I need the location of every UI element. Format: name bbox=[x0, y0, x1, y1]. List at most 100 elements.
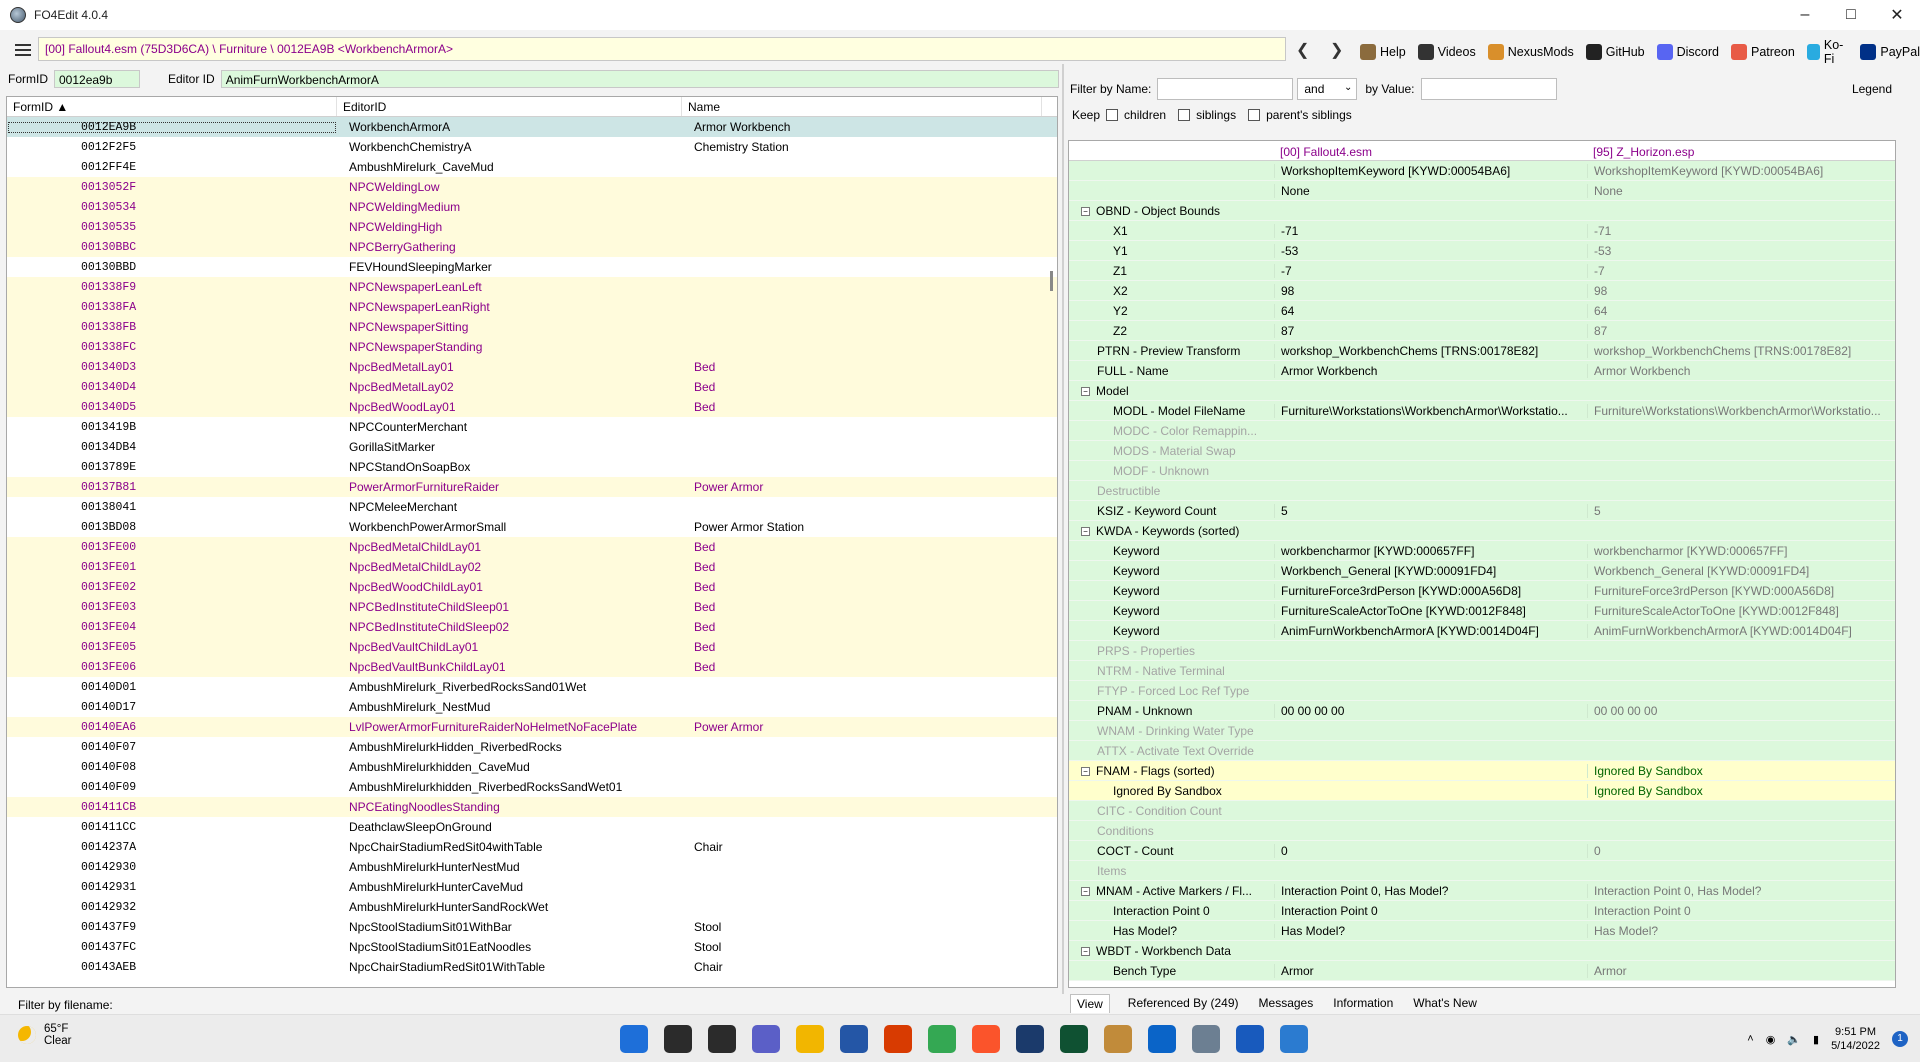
table-row[interactable]: 0014237A NpcChairStadiumRedSit04withTable… bbox=[7, 837, 1057, 857]
filter-name-input[interactable] bbox=[1157, 78, 1294, 100]
detail-row[interactable]: MODS - Material Swap bbox=[1069, 441, 1895, 461]
table-row[interactable]: 00142930 AmbushMirelurkHunterNestMud bbox=[7, 857, 1057, 877]
detail-row[interactable]: Keyword FurnitureForce3rdPerson [KYWD:000… bbox=[1069, 581, 1895, 601]
table-row[interactable]: 00140F09 AmbushMirelurkhidden_RiverbedRoc… bbox=[7, 777, 1057, 797]
tab-referenced-by-249[interactable]: Referenced By (249) bbox=[1126, 994, 1241, 1013]
detail-row[interactable]: − WBDT - Workbench Data bbox=[1069, 941, 1895, 961]
detail-row[interactable]: Keyword workbencharmor [KYWD:000657FF] wor… bbox=[1069, 541, 1895, 561]
table-row[interactable]: 0013FE06 NpcBedVaultBunkChildLay01 Bed bbox=[7, 657, 1057, 677]
chat-icon[interactable] bbox=[752, 1025, 780, 1053]
kofi-link[interactable]: Ko-Fi bbox=[1806, 38, 1849, 66]
table-row[interactable]: 00130BBC NPCBerryGathering bbox=[7, 237, 1057, 257]
detail-row[interactable]: − FNAM - Flags (sorted) Ignored By Sandbox bbox=[1069, 761, 1895, 781]
table-row[interactable]: 00142931 AmbushMirelurkHunterCaveMud bbox=[7, 877, 1057, 897]
table-row[interactable]: 0013FE01 NpcBedMetalChildLay02 Bed bbox=[7, 557, 1057, 577]
table-row[interactable]: 001338FC NPCNewspaperStanding bbox=[7, 337, 1057, 357]
maximize-button[interactable]: □ bbox=[1828, 0, 1874, 30]
detail-row[interactable]: Items bbox=[1069, 861, 1895, 881]
editorid-field[interactable]: AnimFurnWorkbenchArmorA bbox=[220, 70, 1059, 88]
detail-row[interactable]: COCT - Count 0 0 bbox=[1069, 841, 1895, 861]
table-row[interactable]: 001340D3 NpcBedMetalLay01 Bed bbox=[7, 357, 1057, 377]
table-row[interactable]: 00142932 AmbushMirelurkHunterSandRockWet bbox=[7, 897, 1057, 917]
detail-row[interactable]: Z2 87 87 bbox=[1069, 321, 1895, 341]
minimize-button[interactable]: – bbox=[1782, 0, 1828, 30]
filter-value-input[interactable] bbox=[1420, 78, 1557, 100]
detail-row[interactable]: Keyword FurnitureScaleActorToOne [KYWD:00… bbox=[1069, 601, 1895, 621]
hammer-icon[interactable] bbox=[1104, 1025, 1132, 1053]
photos-icon[interactable] bbox=[1280, 1025, 1308, 1053]
help-link[interactable]: Help bbox=[1360, 44, 1406, 60]
game-icon[interactable] bbox=[1060, 1025, 1088, 1053]
detail-row[interactable]: MODC - Color Remappin... bbox=[1069, 421, 1895, 441]
detail-row[interactable]: FTYP - Forced Loc Ref Type bbox=[1069, 681, 1895, 701]
chevron-up-icon[interactable]: ˄ bbox=[1747, 1033, 1753, 1045]
wifi-icon[interactable]: ◉ bbox=[1766, 1033, 1776, 1046]
detail-row[interactable]: WorkshopItemKeyword [KYWD:00054BA6] Works… bbox=[1069, 161, 1895, 181]
brave-icon[interactable] bbox=[972, 1025, 1000, 1053]
table-row[interactable]: 00130BBD FEVHoundSleepingMarker bbox=[7, 257, 1057, 277]
table-row[interactable]: 0013BD08 WorkbenchPowerArmorSmall Power Ar… bbox=[7, 517, 1057, 537]
detail-row[interactable]: PNAM - Unknown 00 00 00 00 00 00 00 00 bbox=[1069, 701, 1895, 721]
tab-what-s-new[interactable]: What's New bbox=[1411, 994, 1479, 1013]
clock[interactable]: 9:51 PM 5/14/2022 bbox=[1831, 1025, 1880, 1053]
start-icon[interactable] bbox=[620, 1025, 648, 1053]
table-row[interactable]: 00143AEB NpcChairStadiumRedSit01WithTable… bbox=[7, 957, 1057, 977]
parents-siblings-checkbox[interactable] bbox=[1248, 109, 1261, 121]
battery-icon[interactable]: ▮ bbox=[1813, 1033, 1819, 1046]
table-row[interactable]: 00137B81 PowerArmorFurnitureRaider Power A… bbox=[7, 477, 1057, 497]
detail-row[interactable]: X2 98 98 bbox=[1069, 281, 1895, 301]
table-row[interactable]: 00140F07 AmbushMirelurkHidden_RiverbedRoc… bbox=[7, 737, 1057, 757]
detail-row[interactable]: ATTX - Activate Text Override bbox=[1069, 741, 1895, 761]
detail-row[interactable]: Z1 -7 -7 bbox=[1069, 261, 1895, 281]
table-row[interactable]: 00140EA6 LvlPowerArmorFurnitureRaiderNoHe… bbox=[7, 717, 1057, 737]
detail-row[interactable]: PTRN - Preview Transform workshop_Workben… bbox=[1069, 341, 1895, 361]
table-row[interactable]: 0013FE03 NPCBedInstituteChildSleep01 Bed bbox=[7, 597, 1057, 617]
table-row[interactable]: 0013FE00 NpcBedMetalChildLay01 Bed bbox=[7, 537, 1057, 557]
mail-icon[interactable] bbox=[1148, 1025, 1176, 1053]
table-row[interactable]: 00130535 NPCWeldingHigh bbox=[7, 217, 1057, 237]
notification-badge[interactable]: 1 bbox=[1892, 1031, 1908, 1047]
table-row[interactable]: 001437FC NpcStoolStadiumSit01EatNoodles St… bbox=[7, 937, 1057, 957]
table-row[interactable]: 001340D5 NpcBedWoodLay01 Bed bbox=[7, 397, 1057, 417]
legend-button[interactable]: Legend bbox=[1852, 82, 1892, 96]
detail-row[interactable]: CITC - Condition Count bbox=[1069, 801, 1895, 821]
table-row[interactable]: 001411CC DeathclawSleepOnGround bbox=[7, 817, 1057, 837]
table-row[interactable]: 0013052F NPCWeldingLow bbox=[7, 177, 1057, 197]
search-icon[interactable] bbox=[664, 1025, 692, 1053]
back-arrow-icon[interactable]: ❮ bbox=[1296, 40, 1309, 60]
tab-messages[interactable]: Messages bbox=[1257, 994, 1316, 1013]
detail-row[interactable]: Y1 -53 -53 bbox=[1069, 241, 1895, 261]
table-row[interactable]: 0013419B NPCCounterMerchant bbox=[7, 417, 1057, 437]
siblings-checkbox[interactable] bbox=[1178, 109, 1191, 121]
filter-and-select[interactable]: and ⌄ bbox=[1297, 78, 1358, 100]
speaker-icon[interactable]: 🔈 bbox=[1787, 1033, 1801, 1046]
github-link[interactable]: GitHub bbox=[1585, 44, 1645, 60]
weather-widget[interactable]: 65°F Clear bbox=[18, 1023, 71, 1047]
detail-row[interactable]: None None bbox=[1069, 181, 1895, 201]
detail-row[interactable]: MODL - Model FileName Furniture\Workstati… bbox=[1069, 401, 1895, 421]
detail-row[interactable]: WNAM - Drinking Water Type bbox=[1069, 721, 1895, 741]
detail-row[interactable]: Interaction Point 0 Interaction Point 0 In… bbox=[1069, 901, 1895, 921]
videos-link[interactable]: Videos bbox=[1417, 44, 1476, 60]
task-view-icon[interactable] bbox=[708, 1025, 736, 1053]
table-row[interactable]: 00140D17 AmbushMirelurk_NestMud bbox=[7, 697, 1057, 717]
detail-row[interactable]: Y2 64 64 bbox=[1069, 301, 1895, 321]
table-row[interactable]: 001338FA NPCNewspaperLeanRight bbox=[7, 297, 1057, 317]
table-row[interactable]: 0012FF4E AmbushMirelurk_CaveMud bbox=[7, 157, 1057, 177]
collapse-icon[interactable]: − bbox=[1081, 206, 1090, 216]
list-scrollbar[interactable] bbox=[1050, 271, 1053, 291]
table-row[interactable]: 00138041 NPCMeleeMerchant bbox=[7, 497, 1057, 517]
file-explorer-icon[interactable] bbox=[796, 1025, 824, 1053]
detail-row[interactable]: Conditions bbox=[1069, 821, 1895, 841]
table-row[interactable]: 001340D4 NpcBedMetalLay02 Bed bbox=[7, 377, 1057, 397]
steam-icon[interactable] bbox=[1016, 1025, 1044, 1053]
detail-row[interactable]: Keyword AnimFurnWorkbenchArmorA [KYWD:001… bbox=[1069, 621, 1895, 641]
detail-row[interactable]: Ignored By Sandbox Ignored By Sandbox bbox=[1069, 781, 1895, 801]
tab-information[interactable]: Information bbox=[1331, 994, 1395, 1013]
table-row[interactable]: 00140D01 AmbushMirelurk_RiverbedRocksSand… bbox=[7, 677, 1057, 697]
table-row[interactable]: 001437F9 NpcStoolStadiumSit01WithBar Stool bbox=[7, 917, 1057, 937]
table-row[interactable]: 001338FB NPCNewspaperSitting bbox=[7, 317, 1057, 337]
table-row[interactable]: 0013FE04 NPCBedInstituteChildSleep02 Bed bbox=[7, 617, 1057, 637]
detail-row[interactable]: X1 -71 -71 bbox=[1069, 221, 1895, 241]
tab-view[interactable]: View bbox=[1070, 994, 1110, 1013]
